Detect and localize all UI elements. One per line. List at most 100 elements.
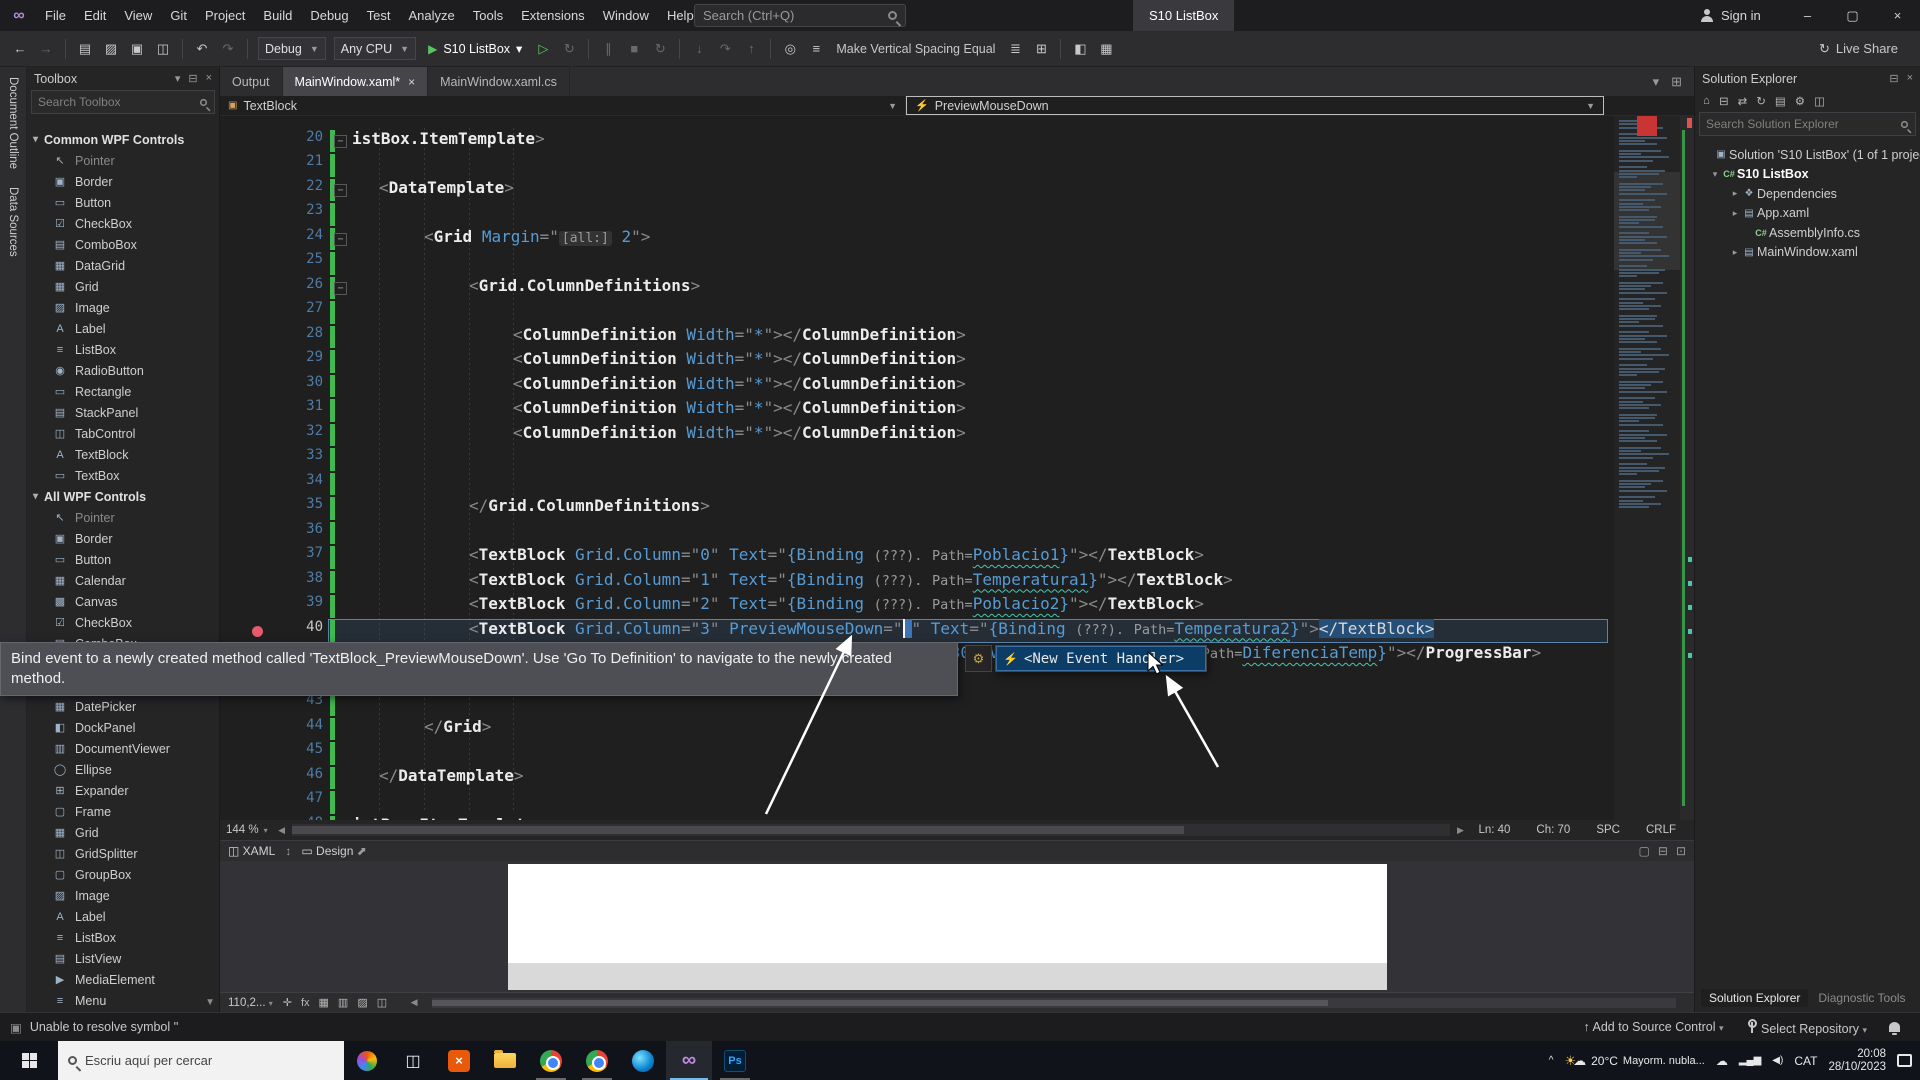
stop-icon[interactable]: ■ [622, 37, 646, 61]
tree-item-mainwindow-xaml[interactable]: ▸▤MainWindow.xaml [1695, 243, 1920, 263]
toolbox-item-datepicker[interactable]: ▦DatePicker [27, 696, 219, 717]
tree-item-dependencies[interactable]: ▸❖Dependencies [1695, 184, 1920, 204]
expand-pane-icon[interactable]: ⊡ [1676, 844, 1686, 858]
toolbox-item-stackpanel[interactable]: ▤StackPanel [27, 402, 219, 423]
restart-icon[interactable]: ↻ [648, 37, 672, 61]
member-dropdown[interactable]: ⚡ PreviewMouseDown ▼ [906, 96, 1604, 115]
close-icon[interactable]: × [408, 75, 415, 89]
toolbox-item-dockpanel[interactable]: ◧DockPanel [27, 717, 219, 738]
nav-back-icon[interactable]: ← [8, 37, 32, 61]
run-without-debug-icon[interactable]: ▷ [531, 37, 555, 61]
design-listbox-preview[interactable] [508, 963, 1387, 990]
nav-forward-icon[interactable]: → [34, 37, 58, 61]
swap-panes-icon[interactable]: ↕ [285, 844, 291, 858]
language-indicator[interactable]: CAT [1794, 1054, 1817, 1068]
toolbox-item-frame[interactable]: ▢Frame [27, 801, 219, 822]
taskbar-search-box[interactable]: Escriu aquí per cercar [58, 1041, 344, 1080]
edge-icon[interactable] [620, 1041, 666, 1080]
network-icon[interactable]: ▂▄▆ [1739, 1055, 1761, 1066]
toolbox-item-combobox[interactable]: ▤ComboBox [27, 234, 219, 255]
toolbox-item-label[interactable]: ALabel [27, 318, 219, 339]
code-line[interactable]: 33 [220, 447, 1610, 472]
pin-icon[interactable]: ⊟ [188, 72, 197, 85]
file-explorer-icon[interactable] [482, 1041, 528, 1080]
undo-icon[interactable]: ↶ [190, 37, 214, 61]
bottom-tab-diagnostic-tools[interactable]: Diagnostic Tools [1810, 989, 1913, 1007]
code-line[interactable]: 35</Grid.ColumnDefinitions> [220, 496, 1610, 521]
design-tool-icon-4[interactable]: ▨ [357, 997, 367, 1009]
tree-item-s10-listbox[interactable]: ▾C#S10 ListBox [1695, 165, 1920, 185]
toolbox-item-pointer[interactable]: ↖Pointer [27, 150, 219, 171]
scroll-left-icon[interactable]: ◀ [406, 997, 422, 1008]
design-tool-icon-0[interactable]: ✛ [283, 997, 292, 1009]
code-line[interactable]: 31<ColumnDefinition Width="*"></ColumnDe… [220, 398, 1610, 423]
hot-reload-icon[interactable]: ↻ [557, 37, 581, 61]
toolbox-item-pointer[interactable]: ↖Pointer [27, 507, 219, 528]
tab-mainwindow-xaml-[interactable]: MainWindow.xaml*× [283, 67, 429, 96]
code-line[interactable]: 21 [220, 153, 1610, 178]
design-tool-icon-5[interactable]: ◫ [377, 997, 387, 1009]
toolbox-group-common-wpf-controls[interactable]: ▾Common WPF Controls [27, 129, 219, 150]
properties-icon[interactable]: ⚙ [1795, 94, 1805, 108]
code-line[interactable]: 32<ColumnDefinition Width="*"></ColumnDe… [220, 423, 1610, 448]
menu-file[interactable]: File [36, 0, 75, 31]
open-file-icon[interactable]: ▨ [99, 37, 123, 61]
sign-in-button[interactable]: Sign in [1700, 0, 1761, 31]
chrome-icon[interactable] [528, 1041, 574, 1080]
menu-debug[interactable]: Debug [301, 0, 357, 31]
toolbox-item-checkbox[interactable]: ☑CheckBox [27, 213, 219, 234]
toolbox-item-textblock[interactable]: ATextBlock [27, 444, 219, 465]
toolbox-item-groupbox[interactable]: ▢GroupBox [27, 864, 219, 885]
menu-window[interactable]: Window [594, 0, 658, 31]
element-dropdown[interactable]: ▣ TextBlock ▼ [220, 96, 906, 115]
task-view-button[interactable]: ◫ [390, 1041, 436, 1080]
toolbox-item-grid[interactable]: ▦Grid [27, 822, 219, 843]
design-tool-icon-1[interactable]: fx [301, 997, 310, 1009]
notifications-bell-icon[interactable] [1889, 1022, 1900, 1032]
code-line[interactable]: 26−<Grid.ColumnDefinitions> [220, 276, 1610, 301]
save-icon[interactable]: ▣ [125, 37, 149, 61]
code-line[interactable]: 39<TextBlock Grid.Column="2" Text="{Bind… [220, 594, 1610, 619]
redo-icon[interactable]: ↷ [216, 37, 240, 61]
toolbox-item-radiobutton[interactable]: ◉RadioButton [27, 360, 219, 381]
toolbox-item-ellipse[interactable]: ◯Ellipse [27, 759, 219, 780]
tree-item-app-xaml[interactable]: ▸▤App.xaml [1695, 204, 1920, 224]
new-event-handler-item[interactable]: ⚡ <New Event Handler> [996, 646, 1206, 671]
xaml-tab[interactable]: ◫ XAML [228, 844, 275, 858]
horizontal-scrollbar[interactable] [292, 824, 1451, 836]
fold-collapse-icon[interactable]: − [334, 282, 347, 295]
code-line[interactable]: 30<ColumnDefinition Width="*"></ColumnDe… [220, 374, 1610, 399]
menu-tools[interactable]: Tools [464, 0, 512, 31]
volume-icon[interactable]: ◀) [1772, 1055, 1783, 1066]
break-all-icon[interactable]: ∥ [596, 37, 620, 61]
code-line[interactable]: 24−<Grid Margin="[all:] 2"> [220, 227, 1610, 252]
toolbox-item-tabcontrol[interactable]: ◫TabControl [27, 423, 219, 444]
toolbox-item-grid[interactable]: ▦Grid [27, 276, 219, 297]
toolbox-item-button[interactable]: ▭Button [27, 192, 219, 213]
code-line[interactable]: 40<TextBlock Grid.Column="3" PreviewMous… [220, 619, 1610, 644]
design-tool-icon-2[interactable]: ▦ [319, 997, 329, 1009]
menu-test[interactable]: Test [358, 0, 400, 31]
code-line[interactable]: 23 [220, 202, 1610, 227]
toolbox-item-datagrid[interactable]: ▦DataGrid [27, 255, 219, 276]
toolbox-item-listbox[interactable]: ≡ListBox [27, 927, 219, 948]
design-window-preview[interactable] [508, 864, 1387, 963]
select-repository-button[interactable]: Select Repository ▾ [1746, 1019, 1867, 1036]
menu-edit[interactable]: Edit [75, 0, 115, 31]
pin-icon[interactable]: ⊟ [1889, 72, 1898, 85]
toolbox-item-expander[interactable]: ⊞Expander [27, 780, 219, 801]
toolbox-item-rectangle[interactable]: ▭Rectangle [27, 381, 219, 402]
code-line[interactable]: 27 [220, 300, 1610, 325]
photoshop-icon[interactable]: Ps [712, 1041, 758, 1080]
toolbox-item-border[interactable]: ▣Border [27, 171, 219, 192]
toolbox-item-documentviewer[interactable]: ▥DocumentViewer [27, 738, 219, 759]
code-line[interactable]: 34 [220, 472, 1610, 497]
toolbox-item-calendar[interactable]: ▦Calendar [27, 570, 219, 591]
show-all-files-icon[interactable]: ▤ [1775, 94, 1786, 108]
toolbox-item-border[interactable]: ▣Border [27, 528, 219, 549]
start-button[interactable] [0, 1041, 58, 1080]
chevron-collapsed-icon[interactable]: ▸ [1729, 188, 1741, 199]
preview-icon[interactable]: ◫ [1814, 94, 1825, 108]
step-over-icon[interactable]: ↷ [713, 37, 737, 61]
code-editor[interactable]: 1920−istBox.ItemTemplate>2122−<DataTempl… [220, 116, 1694, 820]
